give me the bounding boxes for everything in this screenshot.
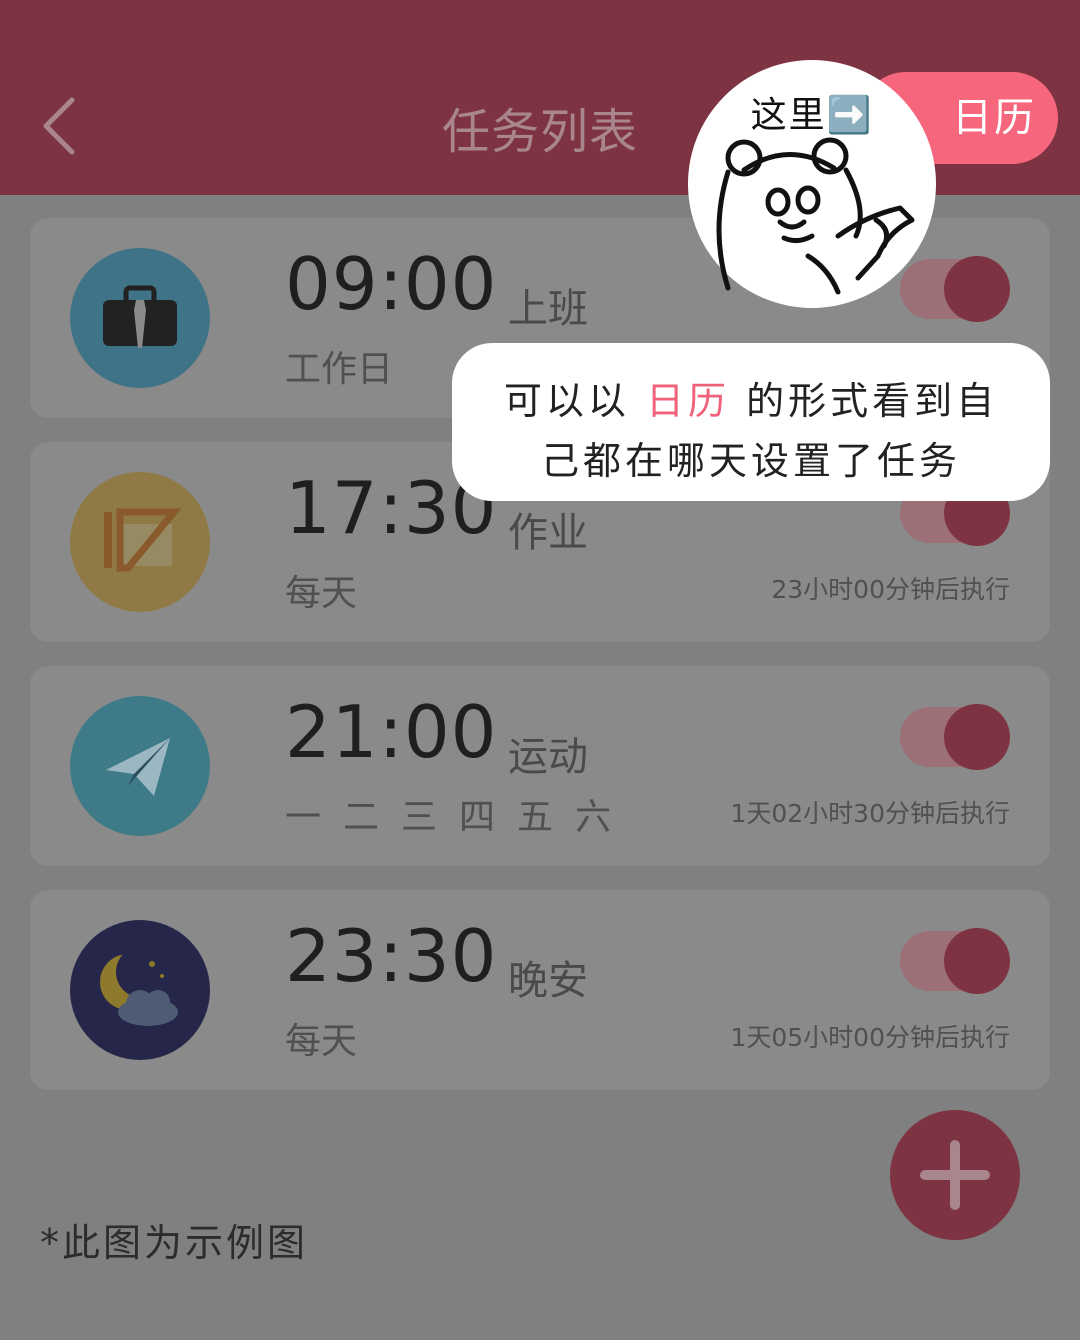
paper-plane-icon — [70, 696, 210, 836]
moon-cloud-icon — [70, 920, 210, 1060]
task-repeat: 每天 — [285, 1021, 358, 1062]
task-card[interactable]: 23:30 晚安 每天 1天05小时00分钟后执行 — [30, 890, 1050, 1090]
task-name: 晚安 — [508, 958, 588, 1004]
task-repeat: 一二三四五六 — [285, 797, 634, 838]
ruler-triangle-icon — [70, 472, 210, 612]
task-toggle[interactable] — [900, 928, 1010, 994]
task-name: 作业 — [508, 510, 588, 556]
toggle-knob — [944, 256, 1010, 322]
task-time: 09:00 — [285, 242, 498, 326]
tip-line-2: 己都在哪天设置了任务 — [540, 439, 961, 483]
tip-text: 可以以 — [503, 379, 630, 423]
task-remaining: 23小时00分钟后执行 — [771, 575, 1010, 604]
add-task-button[interactable] — [890, 1110, 1020, 1240]
task-card[interactable]: 21:00 运动 一二三四五六 1天02小时30分钟后执行 — [30, 666, 1050, 866]
task-repeat: 每天 — [285, 573, 358, 614]
toggle-knob — [944, 704, 1010, 770]
task-remaining: 1天02小时30分钟后执行 — [730, 799, 1010, 828]
task-name: 运动 — [508, 734, 588, 780]
task-time: 23:30 — [285, 914, 498, 998]
tip-text: 的形式看到自 — [746, 379, 999, 423]
calendar-tip-bubble: 可以以 日历 的形式看到自 己都在哪天设置了任务 — [452, 343, 1050, 501]
task-toggle[interactable] — [900, 704, 1010, 770]
briefcase-icon — [70, 248, 210, 388]
tip-highlight: 日历 — [645, 379, 730, 423]
task-repeat: 工作日 — [285, 349, 394, 390]
toggle-knob — [944, 928, 1010, 994]
task-time: 21:00 — [285, 690, 498, 774]
bear-icon — [716, 137, 915, 295]
sample-image-note: *此图为示例图 — [40, 1221, 309, 1265]
task-name: 上班 — [508, 286, 588, 332]
plus-icon — [920, 1140, 990, 1210]
tip-line-1: 可以以 日历 的形式看到自 — [452, 371, 1050, 431]
task-remaining: 1天05小时00分钟后执行 — [730, 1023, 1010, 1052]
bear-pointer-illustration: 这里➡️ — [688, 60, 936, 308]
